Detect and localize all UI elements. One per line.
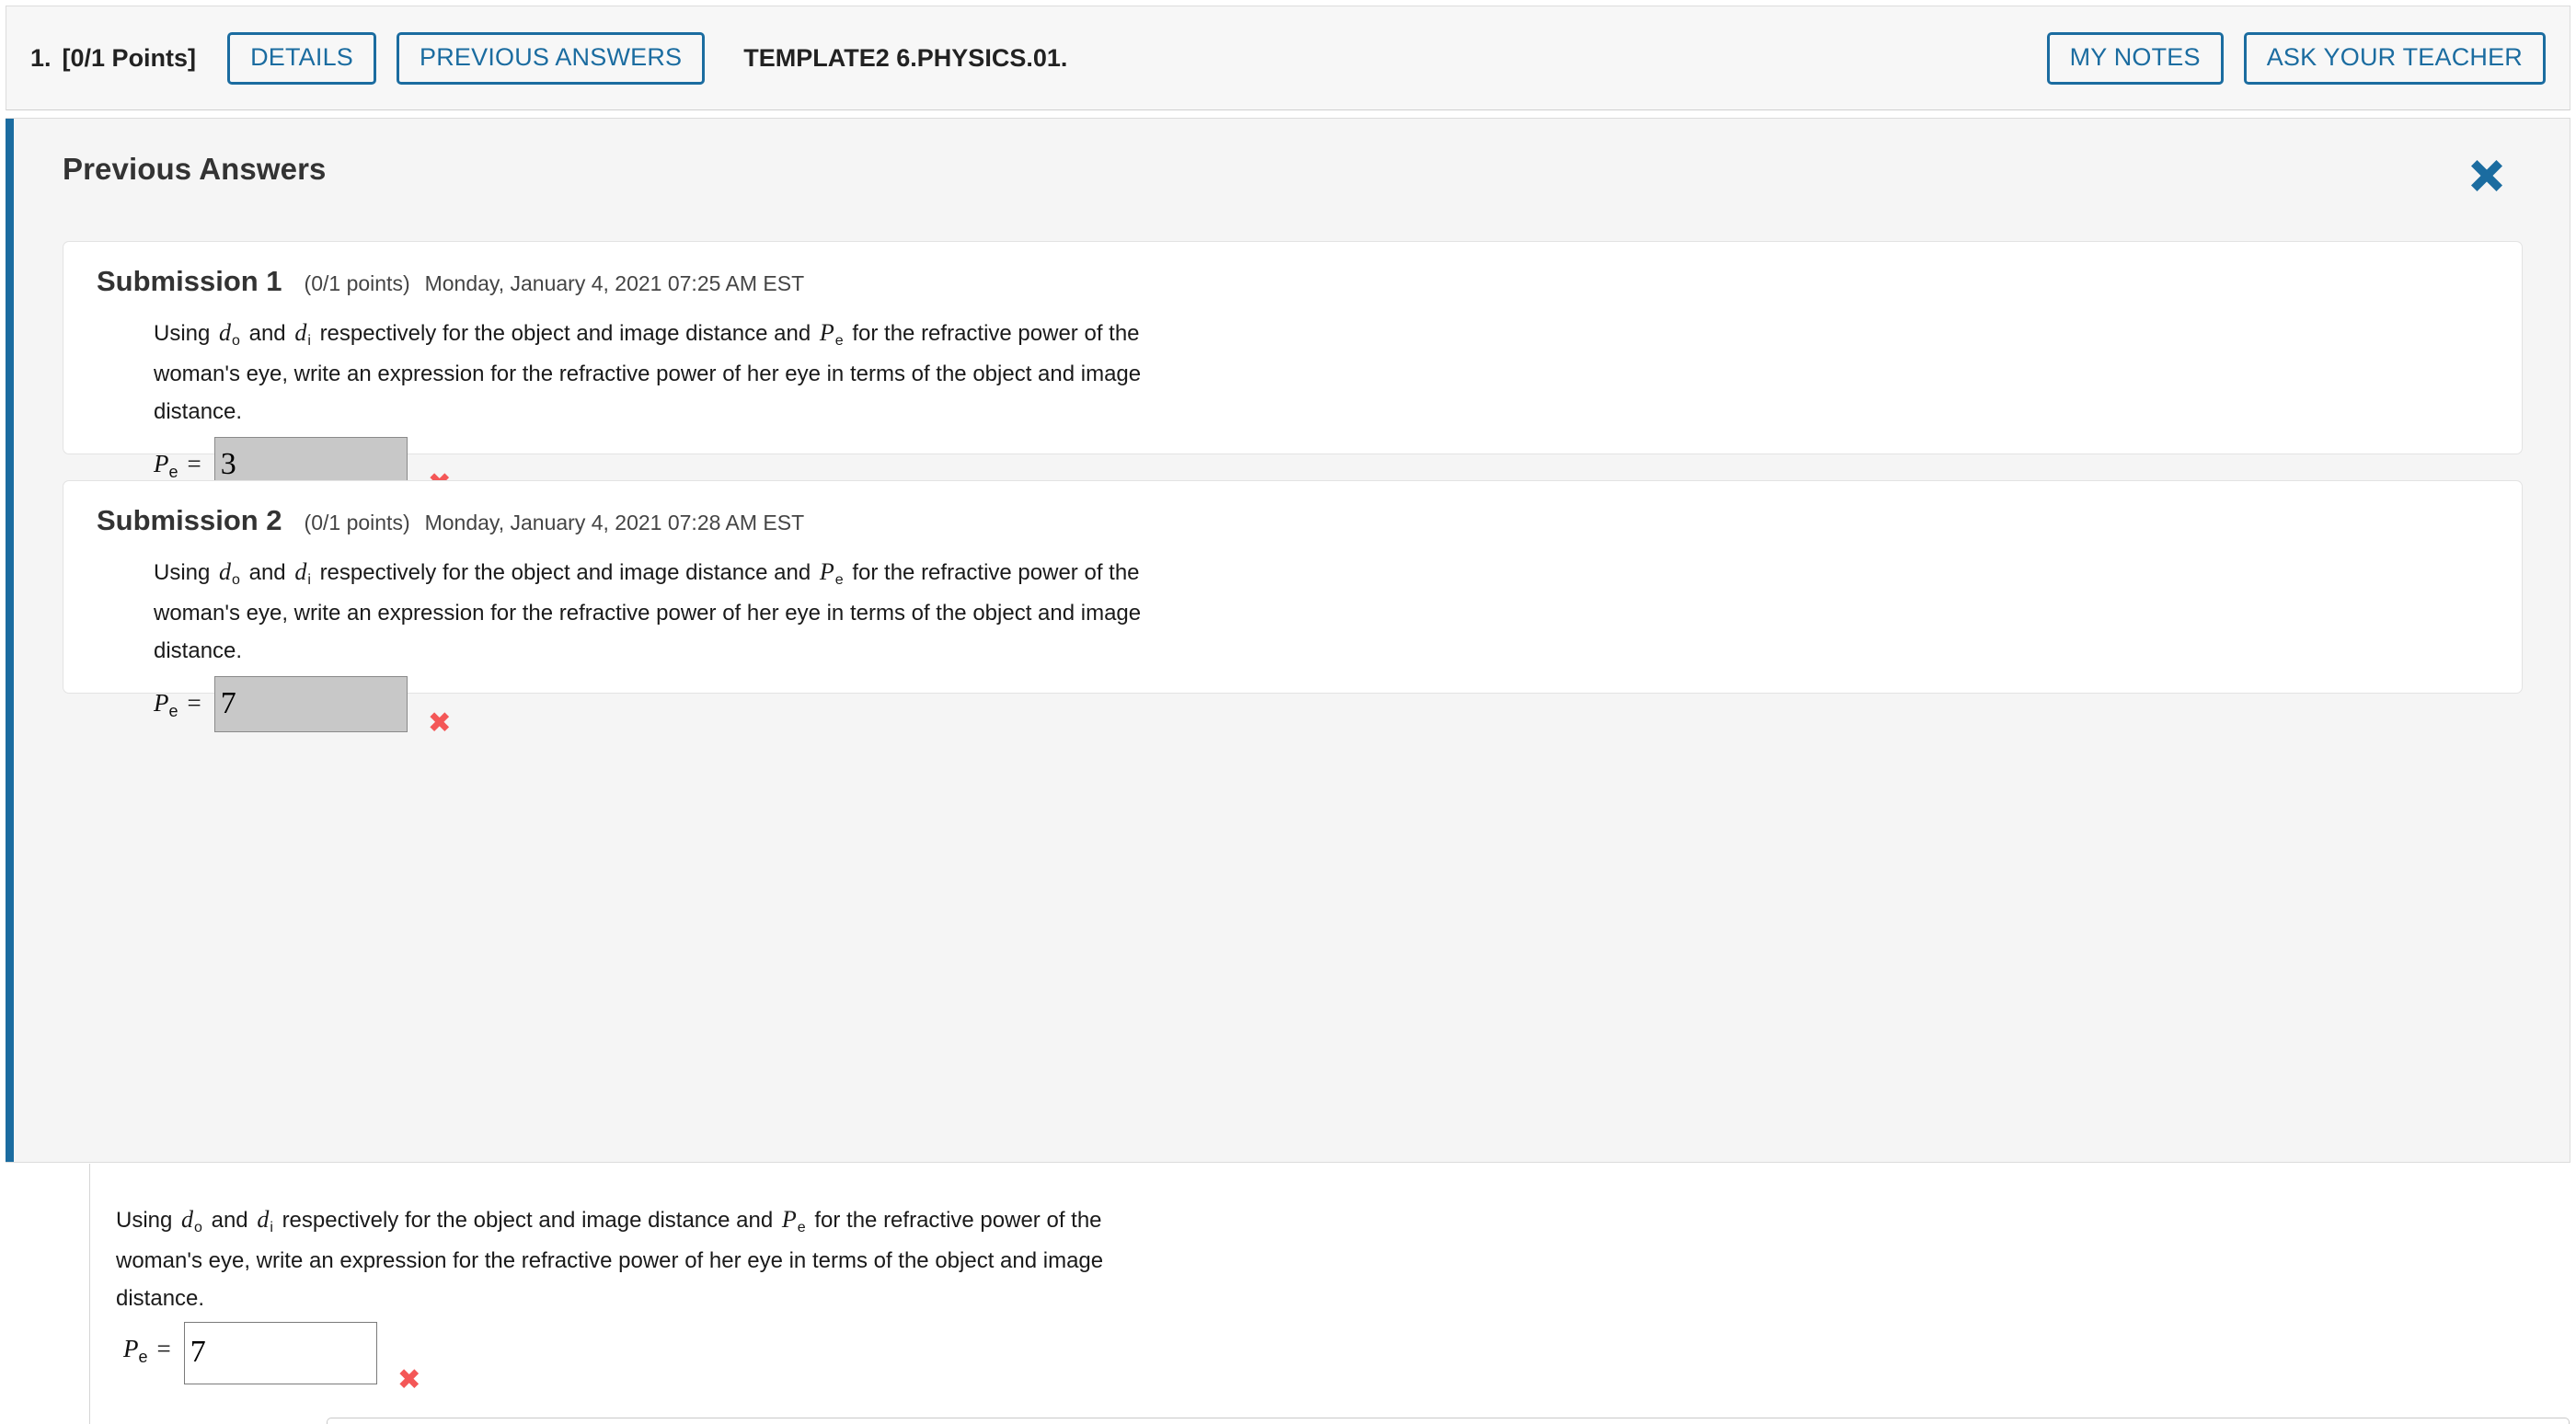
prompt-fragment-3: respectively for the object and image di… bbox=[319, 560, 811, 585]
question-prompt-text: Using do and di respectively for the obj… bbox=[116, 1200, 1146, 1317]
assignment-title: TEMPLATE2 6.PHYSICS.01. bbox=[743, 43, 1068, 72]
question-header-bar: 1. [0/1 Points] DETAILS PREVIOUS ANSWERS… bbox=[6, 6, 2570, 110]
submission-timestamp: Monday, January 4, 2021 07:28 AM EST bbox=[424, 511, 805, 534]
question-points-badge: [0/1 Points] bbox=[62, 43, 197, 72]
variable-d-i: di bbox=[294, 319, 311, 349]
submission-timestamp: Monday, January 4, 2021 07:25 AM EST bbox=[424, 271, 805, 295]
close-x-icon[interactable] bbox=[2457, 146, 2516, 205]
variable-d-i: di bbox=[257, 1206, 273, 1235]
submission-card: Submission 1 (0/1 points) Monday, Januar… bbox=[63, 241, 2523, 499]
panel-accent-bar bbox=[6, 119, 14, 1162]
variable-d-i: di bbox=[294, 558, 311, 588]
answer-label: Pe = bbox=[154, 689, 201, 720]
question-prompt-text: Using do and di respectively for the obj… bbox=[154, 553, 1184, 670]
prompt-fragment-1: Using bbox=[116, 1208, 173, 1233]
content-left-rule bbox=[89, 1164, 90, 1424]
question-number: 1. bbox=[30, 43, 52, 72]
submission-card: Submission 2 (0/1 points) Monday, Januar… bbox=[63, 480, 2523, 738]
answer-label: Pe = bbox=[123, 1335, 171, 1366]
question-header-right-group: MY NOTES ASK YOUR TEACHER bbox=[2046, 31, 2546, 85]
live-question-region: Using do and di respectively for the obj… bbox=[6, 1164, 2570, 1424]
variable-d-o: do bbox=[219, 319, 240, 349]
next-section-partial-box bbox=[327, 1418, 2570, 1424]
prompt-fragment-2: and bbox=[211, 1208, 248, 1233]
answer-value-readonly: 7 bbox=[213, 676, 408, 732]
submission-label: Submission 1 bbox=[97, 265, 282, 297]
variable-d-o: do bbox=[181, 1206, 202, 1235]
prompt-fragment-1: Using bbox=[154, 560, 211, 585]
answer-row: Pe = 7 ✖ bbox=[154, 676, 452, 738]
prompt-fragment-3: respectively for the object and image di… bbox=[282, 1208, 774, 1233]
answer-input[interactable]: 7 bbox=[183, 1322, 377, 1384]
answer-row: Pe = 7 ✖ bbox=[123, 1322, 421, 1395]
variable-P-e: Pe bbox=[819, 558, 844, 588]
answer-label: Pe = bbox=[154, 450, 201, 481]
submission-points: (0/1 points) bbox=[304, 271, 410, 295]
submission-header: Submission 2 (0/1 points) Monday, Januar… bbox=[97, 504, 804, 537]
variable-d-o: do bbox=[219, 558, 240, 588]
previous-answers-button[interactable]: PREVIOUS ANSWERS bbox=[397, 31, 706, 85]
question-prompt-text: Using do and di respectively for the obj… bbox=[154, 314, 1184, 431]
prompt-fragment-2: and bbox=[248, 560, 286, 585]
my-notes-button[interactable]: MY NOTES bbox=[2046, 31, 2224, 85]
details-button[interactable]: DETAILS bbox=[227, 31, 376, 85]
submission-label: Submission 2 bbox=[97, 504, 282, 536]
submission-points: (0/1 points) bbox=[304, 511, 410, 534]
question-header-left-group: 1. [0/1 Points] DETAILS PREVIOUS ANSWERS… bbox=[30, 31, 2047, 85]
prompt-fragment-2: and bbox=[248, 321, 286, 346]
panel-title: Previous Answers bbox=[63, 152, 327, 186]
incorrect-mark-icon: ✖ bbox=[427, 706, 452, 740]
variable-P-e: Pe bbox=[819, 319, 844, 349]
variable-P-e: Pe bbox=[781, 1206, 806, 1235]
previous-answers-panel: Previous Answers Submission 1 (0/1 point… bbox=[6, 118, 2570, 1163]
incorrect-mark-icon: ✖ bbox=[397, 1363, 421, 1396]
submission-header: Submission 1 (0/1 points) Monday, Januar… bbox=[97, 265, 804, 298]
prompt-fragment-3: respectively for the object and image di… bbox=[319, 321, 811, 346]
prompt-fragment-1: Using bbox=[154, 321, 211, 346]
ask-your-teacher-button[interactable]: ASK YOUR TEACHER bbox=[2243, 31, 2546, 85]
